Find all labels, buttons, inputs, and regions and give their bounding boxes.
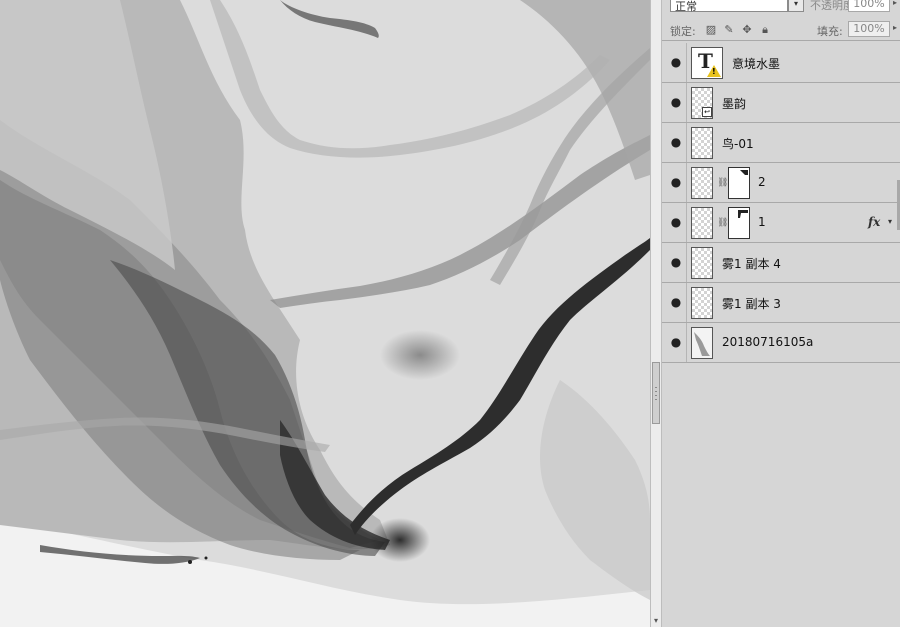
- smart-object-icon: ↩: [702, 107, 712, 117]
- eye-icon[interactable]: ●: [668, 175, 684, 189]
- layer-mask-thumbnail[interactable]: [728, 207, 750, 239]
- layer-row[interactable]: ● 20180716105a: [662, 323, 900, 363]
- lock-label: 锁定:: [670, 25, 696, 38]
- layer-row[interactable]: ● ⛓ 1 fx ▾: [662, 203, 900, 243]
- layer-thumbnail: [691, 247, 713, 279]
- layer-row[interactable]: ● 雾1 副本 3: [662, 283, 900, 323]
- eye-icon[interactable]: ●: [668, 135, 684, 149]
- fill-label: 填充:: [817, 25, 843, 38]
- layer-name[interactable]: 2: [758, 175, 766, 189]
- layer-thumbnail: [691, 127, 713, 159]
- fill-input[interactable]: 100%: [848, 21, 890, 37]
- blend-mode-chevron-down-icon[interactable]: ▾: [788, 0, 804, 12]
- layer-thumbnail: [691, 327, 713, 359]
- document-canvas[interactable]: [0, 0, 650, 627]
- eye-icon[interactable]: ●: [668, 215, 684, 229]
- layer-name[interactable]: 20180716105a: [722, 335, 813, 349]
- layer-row[interactable]: ● 鸟-01: [662, 123, 900, 163]
- blend-mode-select[interactable]: 正常: [670, 0, 788, 13]
- scroll-down-arrow-icon[interactable]: ▾: [651, 617, 661, 625]
- layer-thumbnail: [691, 207, 713, 239]
- layer-row[interactable]: ● T 意境水墨: [662, 43, 900, 83]
- layer-name[interactable]: 墨韵: [722, 95, 746, 112]
- lock-icon[interactable]: 🔒︎: [758, 23, 772, 37]
- layer-name[interactable]: 雾1 副本 4: [722, 255, 781, 272]
- layer-row[interactable]: ● ⛓ 2: [662, 163, 900, 203]
- chain-link-icon[interactable]: ⛓: [717, 177, 728, 189]
- layer-name[interactable]: 1: [758, 215, 766, 229]
- text-layer-icon: T: [691, 47, 723, 79]
- eye-icon[interactable]: ●: [668, 335, 684, 349]
- layer-name[interactable]: 雾1 副本 3: [722, 295, 781, 312]
- layer-thumbnail: [691, 287, 713, 319]
- eye-icon[interactable]: ●: [668, 95, 684, 109]
- eye-icon[interactable]: ●: [668, 295, 684, 309]
- fill-chevron-icon[interactable]: ▸: [890, 21, 900, 37]
- eye-icon[interactable]: ●: [668, 255, 684, 269]
- opacity-chevron-icon[interactable]: ▸: [890, 0, 900, 12]
- lock-bar: 锁定: ▨ ✎ ✥ 🔒︎ 填充: 100% ▸: [662, 20, 900, 41]
- ink-wash-artwork: [0, 0, 650, 627]
- brush-icon[interactable]: ✎: [722, 23, 736, 37]
- layers-panel: 正常 ▾ 不透明度: 100% ▸ 锁定: ▨ ✎ ✥ 🔒︎ 填充: 100% …: [662, 0, 900, 627]
- layer-name[interactable]: 鸟-01: [722, 135, 754, 152]
- chain-link-icon[interactable]: ⛓: [717, 217, 728, 229]
- layer-row[interactable]: ● 雾1 副本 4: [662, 243, 900, 283]
- layer-row[interactable]: ● ↩ 墨韵: [662, 83, 900, 123]
- lock-transparent-icon[interactable]: ▨: [704, 23, 718, 37]
- canvas-vertical-scrollbar[interactable]: ▾: [650, 0, 662, 627]
- fx-icon[interactable]: fx: [868, 215, 880, 229]
- layer-name[interactable]: 意境水墨: [732, 55, 780, 72]
- scrollbar-thumb[interactable]: [652, 362, 660, 424]
- warning-icon: [707, 65, 721, 77]
- fx-expand-icon[interactable]: ▾: [888, 217, 892, 226]
- move-icon[interactable]: ✥: [740, 23, 754, 37]
- layer-mask-thumbnail[interactable]: [728, 167, 750, 199]
- opacity-input[interactable]: 100%: [848, 0, 890, 12]
- layer-thumbnail: [691, 167, 713, 199]
- blend-mode-value: 正常: [675, 0, 697, 13]
- blend-options-bar: 正常 ▾ 不透明度: 100% ▸: [662, 0, 900, 14]
- eye-icon[interactable]: ●: [668, 55, 684, 69]
